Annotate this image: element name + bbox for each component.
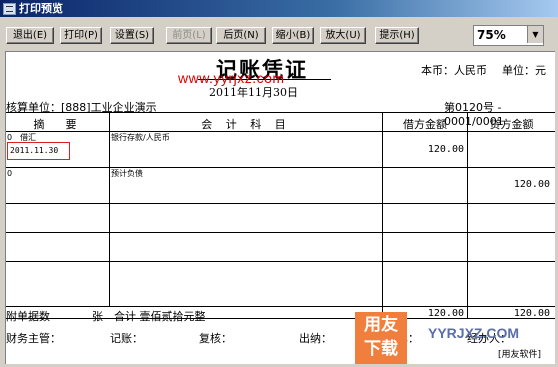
- settings-button[interactable]: 设置(S): [110, 27, 154, 44]
- attach-label: 附单据数: [6, 310, 50, 323]
- row2-credit: 120.00: [513, 179, 550, 190]
- row1-date: 2011.11.30: [10, 146, 59, 155]
- prev-page-button[interactable]: 前页(L): [166, 27, 212, 44]
- watermark-url: www.yyrjxz.com: [178, 70, 285, 86]
- credit-header: 贷方金额: [489, 118, 534, 131]
- account-header: 会 计 科 目: [201, 118, 291, 131]
- chevron-down-icon[interactable]: ▼: [527, 26, 543, 43]
- row1-summary: 0 借汇: [7, 133, 37, 142]
- watermark-sub: [用友软件]: [498, 350, 542, 360]
- summary-header: 摘 要: [33, 118, 82, 131]
- voucher-page: 记账凭证 2011年11月30日 本币：人民币 单位：元 核算单位：[888]工…: [5, 51, 555, 364]
- bookkeeper-label: 记账：: [110, 332, 143, 345]
- watermark-logo-line2: 下载: [364, 339, 398, 359]
- zoom-out-button[interactable]: 缩小(B): [272, 27, 314, 44]
- toolbar: 退出(E) 打印(P) 设置(S) 前页(L) 后页(N) 缩小(B) 放大(U…: [0, 17, 558, 51]
- cashier-label: 出纳：: [299, 332, 332, 345]
- credit-total: 120.00: [513, 308, 550, 319]
- exit-button[interactable]: 退出(E): [6, 27, 54, 44]
- currency-label: 本币：人民币: [421, 64, 487, 77]
- supervisor-label: 财务主管：: [6, 332, 61, 345]
- next-page-button[interactable]: 后页(N): [216, 27, 266, 44]
- watermark-logo: 用友 下载: [355, 312, 407, 364]
- voucher-table: 摘 要 会 计 科 目 借方金额 贷方金额 0 借汇 2011.11.30 银行…: [6, 112, 555, 319]
- watermark-logo-line1: 用友: [364, 315, 398, 335]
- date-highlight: 2011.11.30: [7, 142, 70, 160]
- voucher-date: 2011年11月30日: [209, 86, 298, 99]
- row1-debit: 120.00: [427, 144, 464, 155]
- total-label: 合计 壹佰贰拾元整: [114, 310, 206, 323]
- printer-icon: [3, 3, 16, 15]
- debit-header: 借方金额: [403, 118, 447, 131]
- row2-summary: 0: [7, 169, 13, 178]
- print-preview-window: 打印预览 退出(E) 打印(P) 设置(S) 前页(L) 后页(N) 缩小(B)…: [0, 0, 558, 367]
- hint-button[interactable]: 提示(H): [375, 27, 419, 44]
- zoom-value: 75%: [477, 28, 506, 42]
- print-button[interactable]: 打印(P): [60, 27, 102, 44]
- row1-account: 银行存款/人民币: [111, 133, 170, 142]
- row2-account: 预计负债: [111, 169, 143, 178]
- watermark-site: YYRJXZ.COM: [428, 325, 520, 341]
- attach-unit: 张: [92, 310, 103, 323]
- window-title: 打印预览: [19, 2, 63, 15]
- zoom-select[interactable]: 75% ▼: [473, 25, 544, 46]
- zoom-in-button[interactable]: 放大(U): [320, 27, 366, 44]
- reviewer-label: 复核：: [199, 332, 232, 345]
- unit-label: 单位：元: [502, 64, 546, 77]
- title-bar: 打印预览: [0, 0, 558, 17]
